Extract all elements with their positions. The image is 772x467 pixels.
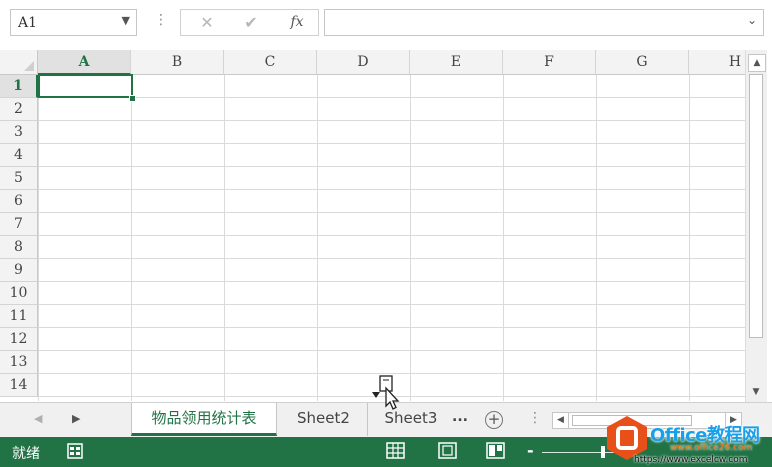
row-header-12[interactable]: 12 — [0, 328, 38, 351]
normal-view-icon[interactable] — [386, 442, 405, 459]
row-header-13[interactable]: 13 — [0, 351, 38, 374]
drag-copy-cursor-icon — [372, 375, 400, 410]
scroll-left-icon[interactable]: ◀ — [553, 413, 569, 428]
row-header-9[interactable]: 9 — [0, 259, 38, 282]
name-box-value: A1 — [18, 15, 38, 31]
column-header-b[interactable]: B — [131, 50, 224, 75]
cell-area[interactable] — [38, 75, 745, 401]
row-header-7[interactable]: 7 — [0, 213, 38, 236]
zoom-out-button[interactable]: - — [527, 441, 534, 460]
scroll-up-icon[interactable]: ▲ — [748, 54, 766, 72]
column-header-g[interactable]: G — [596, 50, 689, 75]
watermark: Office教程网 www.office26.com https://www.e… — [606, 415, 772, 467]
chevron-down-icon[interactable]: ⌄ — [747, 13, 757, 27]
new-sheet-button[interactable]: + — [485, 411, 503, 429]
status-ready-text: 就绪 — [12, 446, 40, 462]
close-icon[interactable]: ✕ — [189, 12, 225, 33]
select-all-button[interactable] — [0, 50, 38, 75]
column-header-h[interactable]: H — [689, 50, 745, 75]
formula-input[interactable]: ⌄ — [324, 9, 764, 36]
chevron-down-icon[interactable]: ▼ — [122, 14, 130, 27]
formula-bar-grip[interactable]: ⋮ — [154, 12, 168, 28]
insert-function-button[interactable]: fx — [279, 12, 315, 33]
zoom-slider-thumb[interactable] — [601, 446, 605, 458]
row-header-8[interactable]: 8 — [0, 236, 38, 259]
scroll-down-icon[interactable]: ▼ — [748, 385, 764, 399]
column-header-f[interactable]: F — [503, 50, 596, 75]
column-header-a[interactable]: A — [38, 50, 131, 75]
fill-handle[interactable] — [129, 95, 136, 102]
row-header-10[interactable]: 10 — [0, 282, 38, 305]
macro-record-icon[interactable] — [67, 443, 83, 459]
formula-bar: A1 ▼ ⋮ ✕ ✔ fx ⌄ — [0, 0, 772, 46]
row-header-11[interactable]: 11 — [0, 305, 38, 328]
row-header-1[interactable]: 1 — [0, 75, 38, 98]
column-header-e[interactable]: E — [410, 50, 503, 75]
watermark-subtitle: www.office26.com — [670, 443, 753, 453]
vertical-scroll-thumb[interactable] — [749, 74, 763, 338]
vertical-scrollbar[interactable]: ▲ ▼ — [745, 50, 767, 402]
row-header-6[interactable]: 6 — [0, 190, 38, 213]
page-layout-view-icon[interactable] — [438, 442, 457, 459]
row-header-3[interactable]: 3 — [0, 121, 38, 144]
tab-sheet-1[interactable]: 物品领用统计表 — [131, 403, 277, 436]
select-all-triangle-icon — [24, 61, 34, 71]
row-header-14[interactable]: 14 — [0, 374, 38, 397]
tab-split-handle[interactable]: ⋮ — [528, 410, 542, 426]
tab-sheet-2[interactable]: Sheet2 — [280, 403, 368, 436]
row-header-4[interactable]: 4 — [0, 144, 38, 167]
column-header-c[interactable]: C — [224, 50, 317, 75]
tab-scroll-left-icon[interactable]: ◀ — [34, 412, 42, 425]
formula-buttons: ✕ ✔ fx — [180, 9, 319, 36]
active-cell-a1[interactable] — [38, 74, 133, 98]
watermark-url: https://www.excelcw.com — [634, 455, 748, 465]
name-box[interactable]: A1 ▼ — [10, 9, 137, 36]
worksheet-grid[interactable]: ABCDEFGH 1 2 3 4 5 6 7 8 9 10 11 12 13 14 — [0, 50, 745, 401]
more-sheets-button[interactable]: ... — [452, 409, 468, 425]
column-header-d[interactable]: D — [317, 50, 410, 75]
tab-scroll-right-icon[interactable]: ▶ — [72, 412, 80, 425]
page-break-view-icon[interactable] — [486, 442, 505, 459]
row-header-2[interactable]: 2 — [0, 98, 38, 121]
check-icon[interactable]: ✔ — [233, 12, 269, 33]
row-header-5[interactable]: 5 — [0, 167, 38, 190]
